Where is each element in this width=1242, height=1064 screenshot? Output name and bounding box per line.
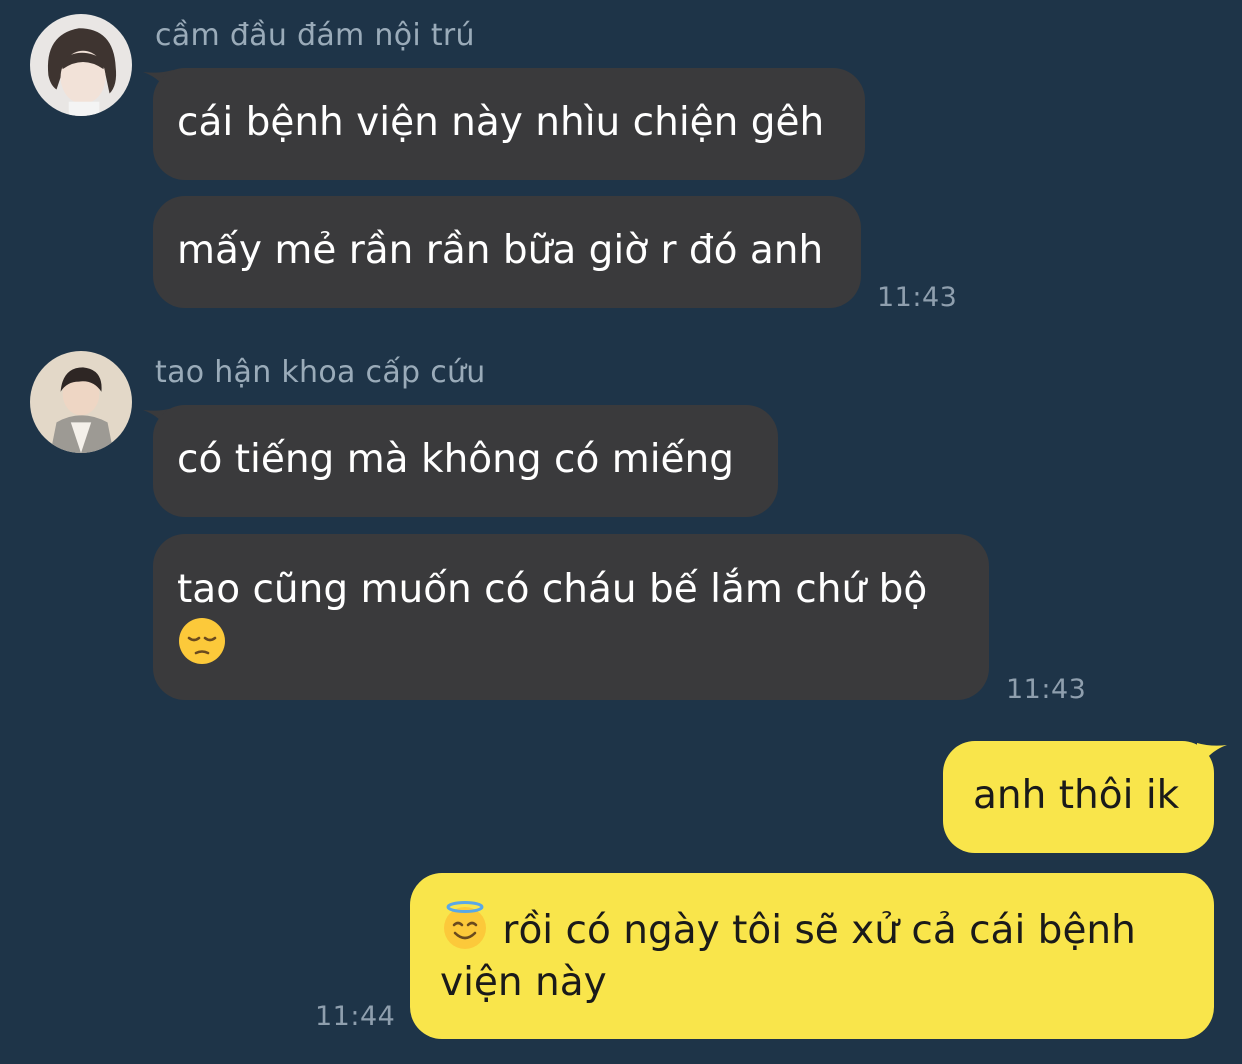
message-bubble[interactable]: rồi có ngày tôi sẽ xử cả cái bệnh viện n…	[410, 873, 1214, 1039]
pensive-face-icon	[177, 616, 227, 666]
message-text: rồi có ngày tôi sẽ xử cả cái bệnh	[502, 908, 1136, 953]
sender-name: tao hận khoa cấp cứu	[155, 355, 486, 390]
message-bubble[interactable]: có tiếng mà không có miếng	[153, 405, 778, 517]
message-text: viện này	[440, 960, 607, 1005]
message-bubble[interactable]: anh thôi ik	[943, 741, 1214, 853]
avatar[interactable]	[30, 14, 132, 116]
timestamp: 11:43	[1006, 674, 1087, 705]
message-text: cái bệnh viện này nhìu chiện gêh	[177, 100, 825, 145]
message-text: có tiếng mà không có miếng	[177, 437, 735, 482]
chat-view: cầm đầu đám nội trú cái bệnh viện này nh…	[0, 0, 1242, 1064]
avatar[interactable]	[30, 351, 132, 453]
avatar-icon	[30, 14, 132, 116]
timestamp: 11:44	[315, 1001, 396, 1032]
message-bubble[interactable]: cái bệnh viện này nhìu chiện gêh	[153, 68, 865, 180]
sender-name: cầm đầu đám nội trú	[155, 18, 475, 53]
message-text: tao cũng muốn có cháu bế lắm chứ bộ	[177, 567, 928, 612]
message-bubble[interactable]: tao cũng muốn có cháu bế lắm chứ bộ	[153, 534, 989, 700]
message-bubble[interactable]: mấy mẻ rần rần bữa giờ r đó anh	[153, 196, 861, 308]
message-text: anh thôi ik	[973, 773, 1180, 818]
smiling-face-with-halo-icon	[440, 901, 490, 951]
message-text: mấy mẻ rần rần bữa giờ r đó anh	[177, 228, 824, 273]
message-text-line: rồi có ngày tôi sẽ xử cả cái bệnh	[440, 901, 1184, 957]
avatar-icon	[30, 351, 132, 453]
timestamp: 11:43	[877, 282, 958, 313]
